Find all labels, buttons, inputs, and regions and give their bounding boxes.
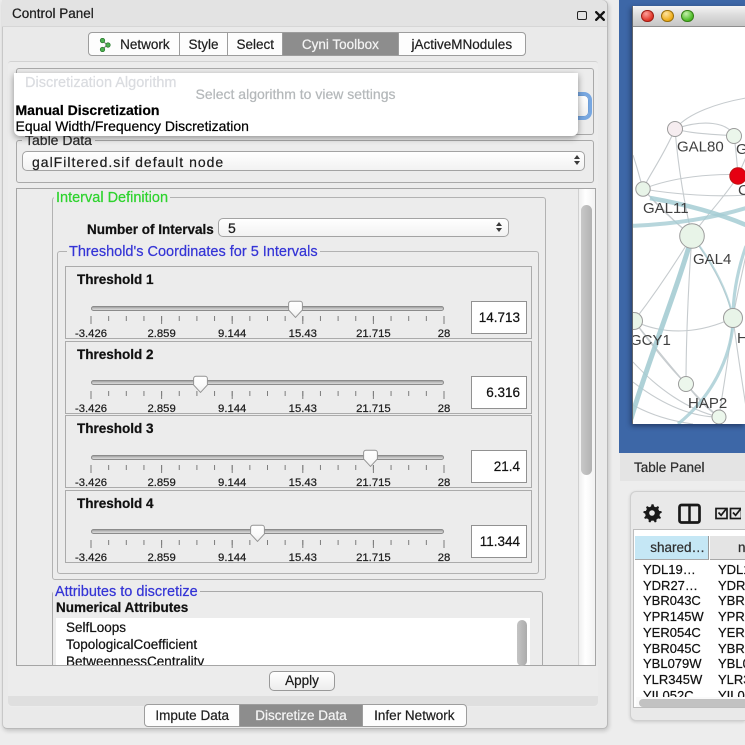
svg-text:H: H	[737, 330, 745, 347]
svg-text:HAP2: HAP2	[688, 395, 727, 412]
svg-text:GA: GA	[736, 141, 745, 158]
svg-text:C: C	[738, 182, 745, 199]
svg-text:GCY1: GCY1	[633, 332, 671, 349]
svg-text:GAL80: GAL80	[677, 139, 724, 156]
svg-text:GAL11: GAL11	[643, 200, 689, 217]
svg-text:GAL4: GAL4	[693, 251, 731, 268]
